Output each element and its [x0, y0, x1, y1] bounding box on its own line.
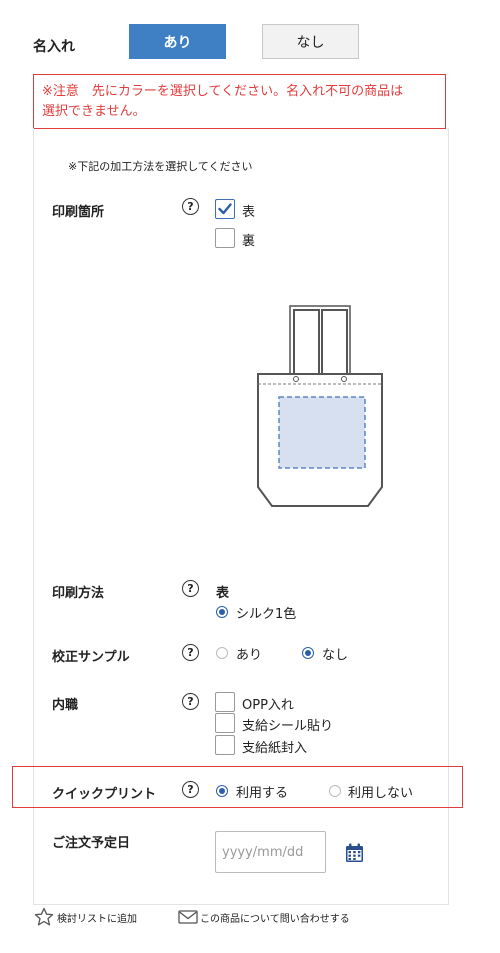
wishlist-link-label: 検討リストに追加: [57, 913, 137, 925]
name-section-label: 名入れ: [33, 39, 75, 55]
help-icon[interactable]: ?: [182, 693, 199, 710]
radio-silk[interactable]: [216, 606, 228, 618]
radio-quick-use[interactable]: [216, 785, 228, 797]
checkbox-paper-label: 支給紙封入: [242, 741, 308, 756]
radio-quick-notuse[interactable]: [329, 785, 341, 797]
checkbox-front-label: 表: [242, 205, 256, 220]
radio-proof-yes[interactable]: [216, 647, 228, 659]
order-date-input[interactable]: [215, 831, 326, 873]
instruction-note: ※下記の加工方法を選択してください: [68, 160, 253, 173]
warning-line-2: 選択できません。: [42, 104, 146, 119]
warning-line-1: ※注意 先にカラーを選択してください。名入れ不可の商品は: [42, 84, 404, 99]
quick-print-label: クイックプリント: [52, 787, 157, 802]
inquiry-link-label: この商品について問い合わせする: [200, 913, 350, 925]
help-icon[interactable]: ?: [182, 644, 199, 661]
checkbox-opp[interactable]: [215, 692, 235, 712]
warning-box: ※注意 先にカラーを選択してください。名入れ不可の商品は 選択できません。: [33, 74, 446, 129]
print-area: [278, 396, 366, 469]
calendar-icon[interactable]: [345, 843, 364, 863]
wishlist-link[interactable]: 検討リストに追加: [34, 906, 137, 928]
radio-proof-yes-label: あり: [236, 648, 263, 663]
help-icon[interactable]: ?: [182, 580, 199, 597]
checkbox-sticker-label: 支給シール貼り: [242, 719, 334, 734]
help-icon[interactable]: ?: [182, 198, 199, 215]
star-icon: [34, 907, 54, 926]
order-date-label: ご注文予定日: [52, 836, 131, 851]
checkbox-back-label: 裏: [242, 234, 256, 249]
radio-proof-no-label: なし: [322, 648, 349, 663]
radio-quick-notuse-label: 利用しない: [348, 786, 414, 801]
proof-sample-label: 校正サンプル: [52, 650, 130, 665]
print-method-label: 印刷方法: [52, 586, 105, 601]
radio-silk-label: シルク1色: [236, 607, 297, 622]
inquiry-link[interactable]: この商品について問い合わせする: [178, 906, 350, 928]
checkbox-sticker[interactable]: [215, 713, 235, 733]
radio-quick-use-label: 利用する: [236, 786, 289, 801]
name-yes-button[interactable]: あり: [129, 24, 226, 59]
name-no-button[interactable]: なし: [262, 24, 359, 59]
checkmark-icon: [218, 203, 232, 215]
checkbox-opp-label: OPP入れ: [242, 698, 294, 713]
mail-icon: [178, 910, 198, 924]
help-icon[interactable]: ?: [182, 781, 199, 798]
print-method-side: 表: [216, 586, 230, 601]
checkbox-front[interactable]: [215, 199, 235, 219]
checkbox-back[interactable]: [215, 228, 235, 248]
tote-bag-illustration: [257, 305, 383, 507]
radio-proof-no[interactable]: [302, 647, 314, 659]
checkbox-paper[interactable]: [215, 735, 235, 755]
inner-job-label: 内職: [52, 698, 79, 713]
print-location-label: 印刷箇所: [52, 205, 105, 220]
